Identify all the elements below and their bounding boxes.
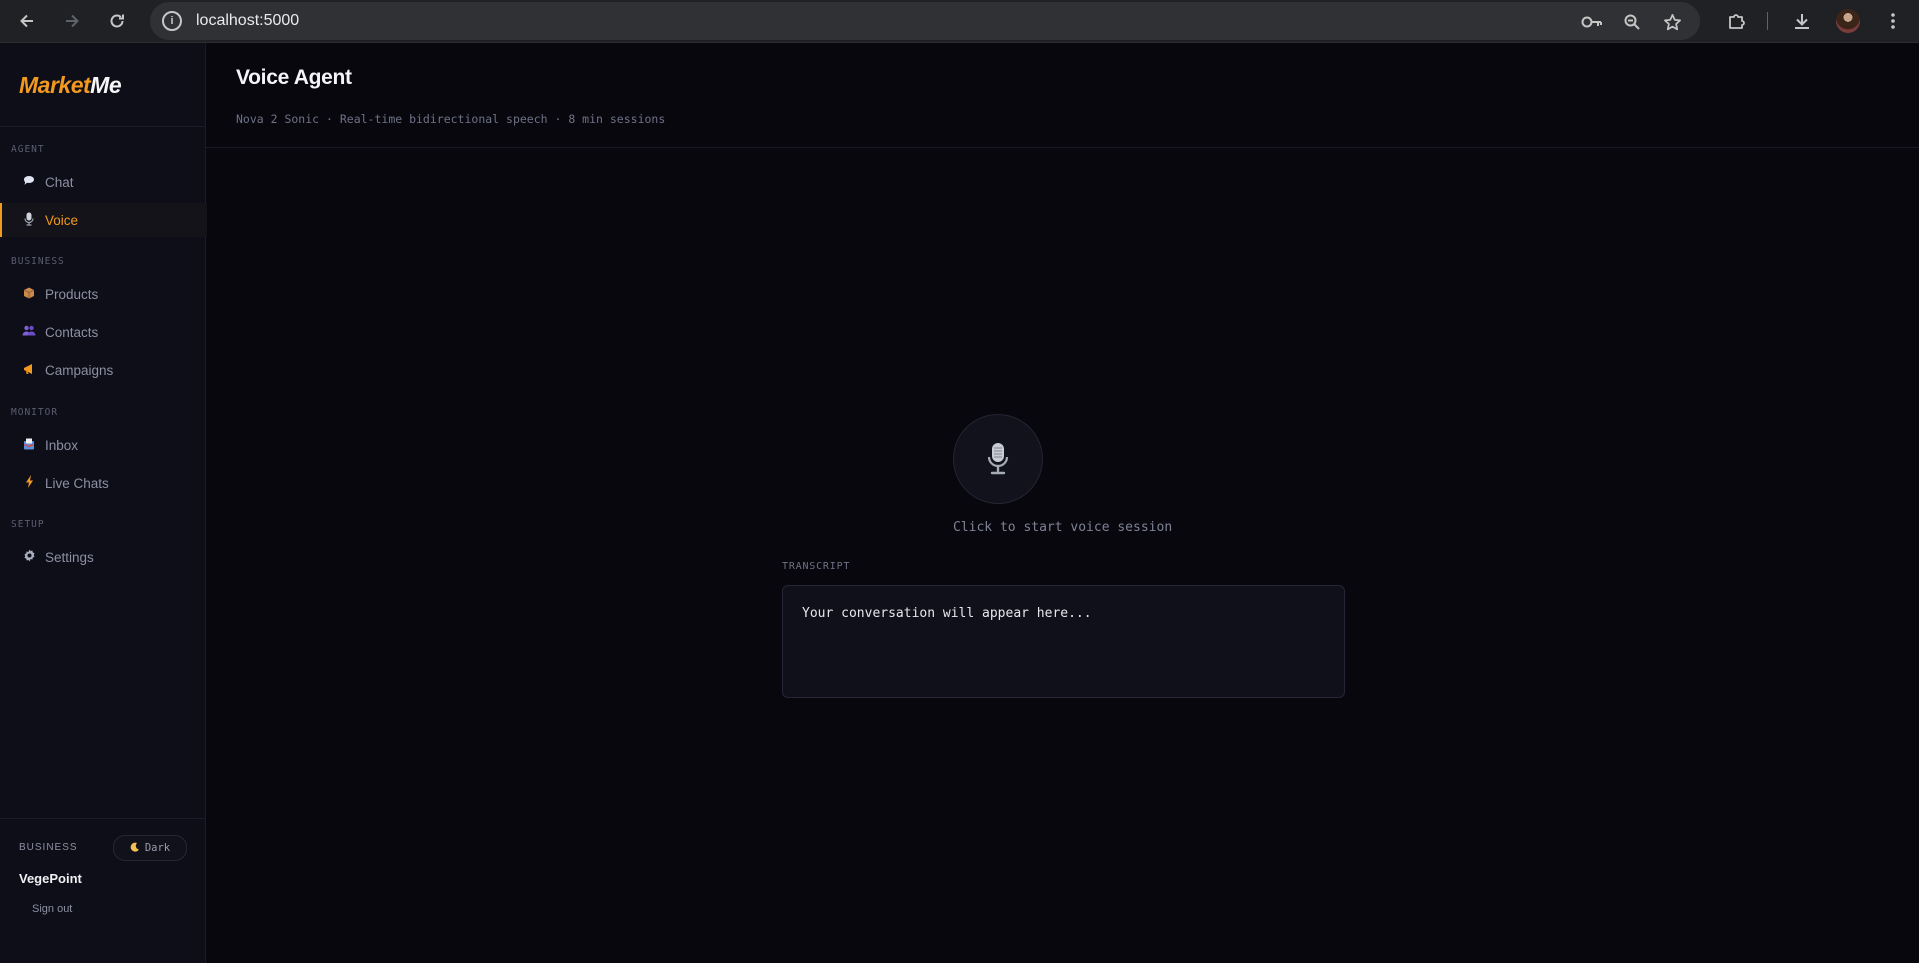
microphone-icon <box>987 443 1009 475</box>
sidebar-item-settings[interactable]: Settings <box>0 540 205 574</box>
package-icon <box>22 287 36 302</box>
transcript-panel[interactable]: Your conversation will appear here... <box>782 585 1345 698</box>
profile-avatar[interactable] <box>1836 9 1860 33</box>
section-label-setup: SETUP <box>11 519 45 530</box>
page-subtitle: Nova 2 Sonic · Real-time bidirectional s… <box>236 112 666 126</box>
people-icon <box>22 325 36 339</box>
moon-icon <box>130 842 140 855</box>
reload-icon <box>110 14 124 28</box>
sidebar: MarketMe AGENT Chat Voice BUSINESS Produ… <box>0 43 207 963</box>
section-label-agent: AGENT <box>11 144 45 155</box>
page-title: Voice Agent <box>236 66 352 89</box>
reload-button[interactable] <box>102 6 132 36</box>
inbox-icon <box>22 438 36 453</box>
toolbar-divider <box>1767 12 1768 30</box>
forward-button[interactable] <box>57 6 87 36</box>
arrow-right-icon <box>66 14 79 28</box>
zoom-icon[interactable] <box>1618 8 1646 36</box>
business-name: VegePoint <box>19 871 82 886</box>
divider <box>0 818 205 819</box>
sidebar-item-live-chats[interactable]: Live Chats <box>0 466 205 500</box>
puzzle-icon[interactable] <box>1722 6 1752 36</box>
gear-icon <box>22 549 36 565</box>
download-icon[interactable] <box>1787 6 1817 36</box>
business-label: BUSINESS <box>19 842 78 853</box>
address-bar[interactable]: i localhost:5000 <box>150 2 1700 40</box>
voice-hint: Click to start voice session <box>953 520 1173 535</box>
sidebar-item-inbox[interactable]: Inbox <box>0 428 205 462</box>
browser-toolbar: i localhost:5000 <box>0 0 1919 43</box>
speech-bubble-icon <box>22 175 36 189</box>
star-icon[interactable] <box>1658 8 1686 36</box>
app-logo[interactable]: MarketMe <box>19 74 122 97</box>
section-label-business: BUSINESS <box>11 256 65 267</box>
sidebar-item-voice[interactable]: Voice <box>0 203 207 237</box>
page-header: Voice Agent Nova 2 Sonic · Real-time bid… <box>206 43 1919 148</box>
back-button[interactable] <box>12 6 42 36</box>
sidebar-item-products[interactable]: Products <box>0 277 205 311</box>
url-text[interactable]: localhost:5000 <box>196 12 299 30</box>
theme-toggle-button[interactable]: Dark <box>113 835 187 861</box>
sign-out-link[interactable]: Sign out <box>32 903 72 915</box>
arrow-left-icon <box>20 14 33 28</box>
divider <box>0 126 205 127</box>
kebab-menu-icon[interactable] <box>1878 6 1908 36</box>
section-label-monitor: MONITOR <box>11 407 59 418</box>
info-icon[interactable]: i <box>162 11 182 31</box>
megaphone-icon <box>22 363 36 378</box>
transcript-label: TRANSCRIPT <box>782 561 851 572</box>
sidebar-item-chat[interactable]: Chat <box>0 165 205 199</box>
app-root: MarketMe AGENT Chat Voice BUSINESS Produ… <box>0 43 1919 963</box>
start-voice-button[interactable] <box>953 414 1043 504</box>
lightning-icon <box>22 475 36 491</box>
microphone-icon <box>22 212 36 229</box>
transcript-placeholder: Your conversation will appear here... <box>802 606 1092 621</box>
key-icon[interactable] <box>1578 8 1606 36</box>
sidebar-item-campaigns[interactable]: Campaigns <box>0 353 205 387</box>
sidebar-item-contacts[interactable]: Contacts <box>0 315 205 349</box>
